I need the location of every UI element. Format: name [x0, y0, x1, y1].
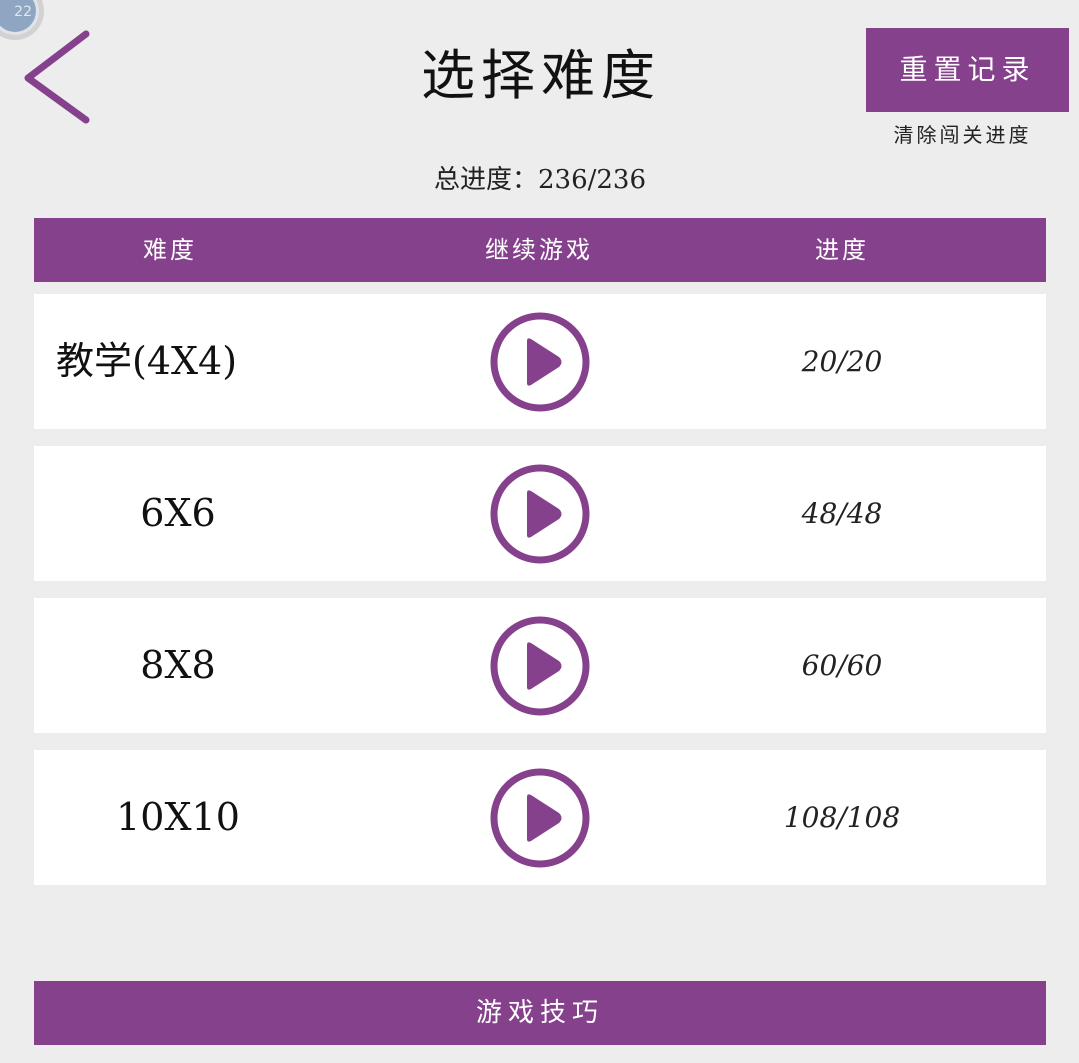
- difficulty-label: 8X8: [140, 643, 216, 687]
- chevron-left-icon: [24, 30, 90, 124]
- column-header-difficulty: 难度: [143, 236, 197, 264]
- difficulty-label: 教学(4X4): [56, 339, 238, 383]
- level-progress: 48/48: [801, 497, 883, 530]
- difficulty-label: 10X10: [116, 795, 240, 839]
- game-tips-button[interactable]: 游戏技巧: [34, 981, 1046, 1045]
- total-progress: 总进度：236/236: [433, 165, 646, 195]
- back-button[interactable]: [20, 28, 96, 126]
- table-row: 教学(4X4) 20/20: [34, 294, 1046, 429]
- column-header-continue: 继续游戏: [485, 236, 593, 264]
- reset-record-button[interactable]: 重置记录: [866, 28, 1069, 112]
- level-progress: 60/60: [801, 649, 883, 682]
- level-progress: 20/20: [801, 345, 883, 378]
- table-header: 难度 继续游戏 进度: [34, 218, 1046, 282]
- continue-game-button[interactable]: [489, 615, 591, 717]
- play-circle-icon: [490, 464, 590, 564]
- table-row: 10X10 108/108: [34, 750, 1046, 885]
- play-circle-icon: [490, 312, 590, 412]
- level-progress: 108/108: [783, 801, 901, 834]
- continue-game-button[interactable]: [489, 767, 591, 869]
- table-row: 6X6 48/48: [34, 446, 1046, 581]
- table-row: 8X8 60/60: [34, 598, 1046, 733]
- continue-game-button[interactable]: [489, 311, 591, 413]
- difficulty-label: 6X6: [140, 491, 216, 535]
- page-title: 选择难度: [421, 44, 661, 107]
- play-circle-icon: [490, 768, 590, 868]
- column-header-progress: 进度: [815, 236, 869, 264]
- continue-game-button[interactable]: [489, 463, 591, 565]
- reset-record-subtitle: 清除闯关进度: [893, 123, 1032, 147]
- play-circle-icon: [490, 616, 590, 716]
